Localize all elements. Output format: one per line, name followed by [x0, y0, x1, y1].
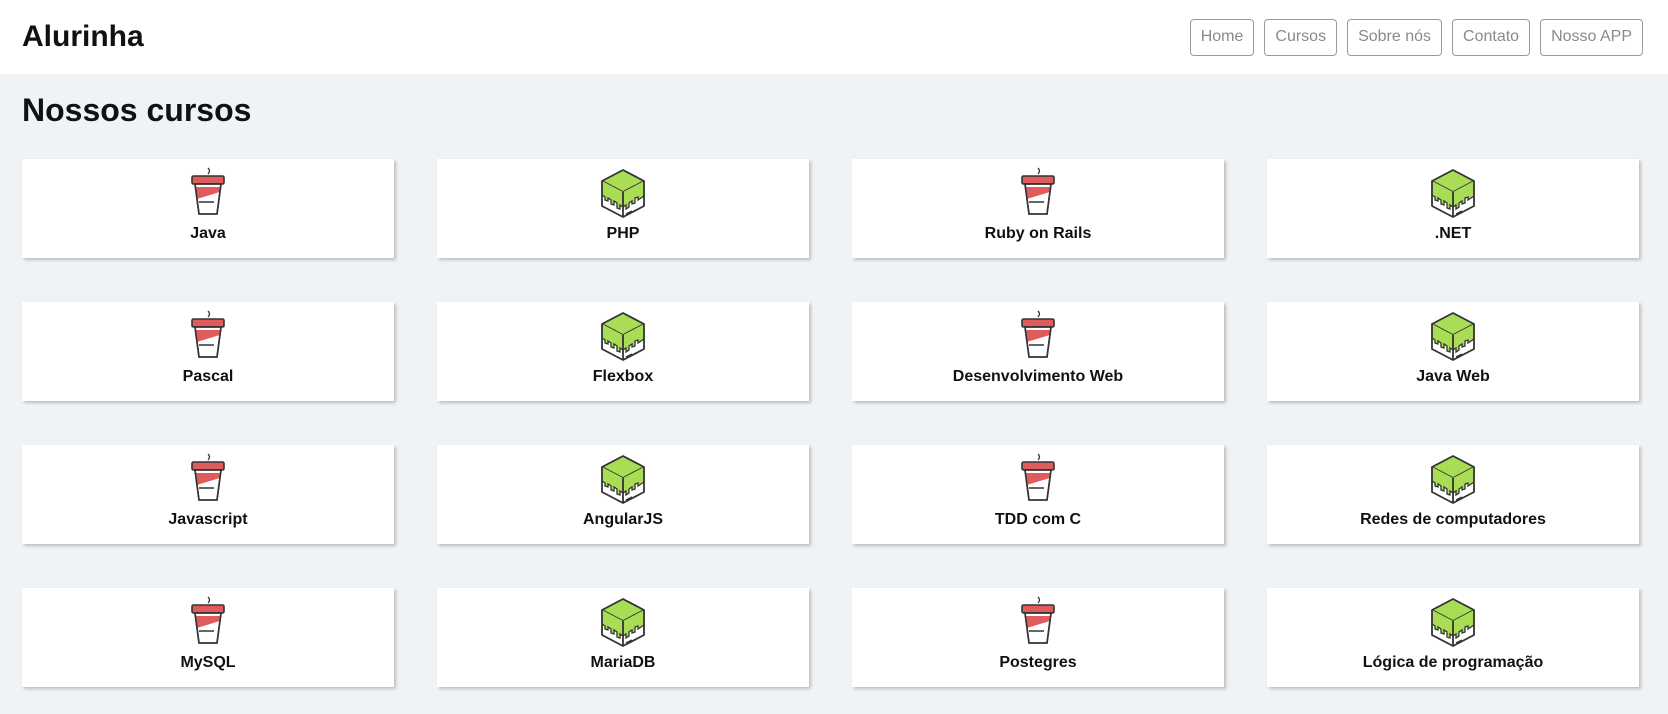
coffee-cup-icon [184, 453, 232, 505]
course-label: Desenvolvimento Web [952, 368, 1124, 385]
course-label: Pascal [182, 368, 234, 385]
course-label: Postegres [999, 654, 1077, 671]
coffee-cup-icon [1014, 596, 1062, 648]
nav-nosso-app-button[interactable]: Nosso APP [1540, 18, 1643, 56]
course-label: Java [190, 225, 226, 242]
course-card[interactable]: PHP [437, 159, 809, 258]
course-label: Ruby on Rails [984, 225, 1092, 242]
course-card[interactable]: Lógica de programação [1267, 588, 1639, 687]
course-card[interactable]: Ruby on Rails [852, 159, 1224, 258]
course-card[interactable]: Java Web [1267, 302, 1639, 401]
course-card[interactable]: AngularJS [437, 445, 809, 544]
course-label: Redes de computadores [1360, 511, 1546, 528]
green-cube-icon [599, 453, 647, 505]
course-label: AngularJS [582, 511, 663, 528]
course-card[interactable]: .NET [1267, 159, 1639, 258]
coffee-cup-icon [1014, 167, 1062, 219]
course-label: Lógica de programação [1362, 654, 1544, 671]
course-label: TDD com C [994, 511, 1082, 528]
coffee-cup-icon [1014, 453, 1062, 505]
course-card[interactable]: Redes de computadores [1267, 445, 1639, 544]
green-cube-icon [599, 596, 647, 648]
course-label: MySQL [180, 654, 236, 671]
page-title: Nossos cursos [22, 92, 252, 128]
course-card[interactable]: Desenvolvimento Web [852, 302, 1224, 401]
course-label: Java Web [1416, 368, 1490, 385]
nav-cursos-button[interactable]: Cursos [1264, 18, 1338, 56]
green-cube-icon [1429, 310, 1477, 362]
green-cube-icon [599, 310, 647, 362]
course-label: MariaDB [590, 654, 656, 671]
course-card[interactable]: Pascal [22, 302, 394, 401]
coffee-cup-icon [184, 167, 232, 219]
course-card[interactable]: Postegres [852, 588, 1224, 687]
nav-home-button[interactable]: Home [1189, 18, 1255, 56]
main-nav: Home Cursos Sobre nós Contato Nosso APP [1189, 18, 1643, 56]
course-card[interactable]: Java [22, 159, 394, 258]
course-card[interactable]: MySQL [22, 588, 394, 687]
green-cube-icon [1429, 453, 1477, 505]
green-cube-icon [599, 167, 647, 219]
course-card[interactable]: Flexbox [437, 302, 809, 401]
course-card[interactable]: Javascript [22, 445, 394, 544]
main-content: Nossos cursos Java PHP Ruby on Rails .NE… [0, 74, 1668, 687]
course-label: .NET [1434, 225, 1472, 242]
green-cube-icon [1429, 167, 1477, 219]
coffee-cup-icon [184, 310, 232, 362]
course-card[interactable]: TDD com C [852, 445, 1224, 544]
course-grid: Java PHP Ruby on Rails .NET Pascal Flexb… [22, 159, 1646, 687]
course-card[interactable]: MariaDB [437, 588, 809, 687]
nav-sobre-nos-button[interactable]: Sobre nós [1347, 18, 1443, 56]
course-label: PHP [606, 225, 640, 242]
site-header: Alurinha Home Cursos Sobre nós Contato Nosso… [0, 0, 1668, 74]
course-label: Flexbox [592, 368, 654, 385]
green-cube-icon [1429, 596, 1477, 648]
coffee-cup-icon [184, 596, 232, 648]
coffee-cup-icon [1014, 310, 1062, 362]
course-label: Javascript [168, 511, 248, 528]
nav-contato-button[interactable]: Contato [1452, 18, 1531, 56]
site-logo[interactable]: Alurinha [22, 20, 144, 54]
